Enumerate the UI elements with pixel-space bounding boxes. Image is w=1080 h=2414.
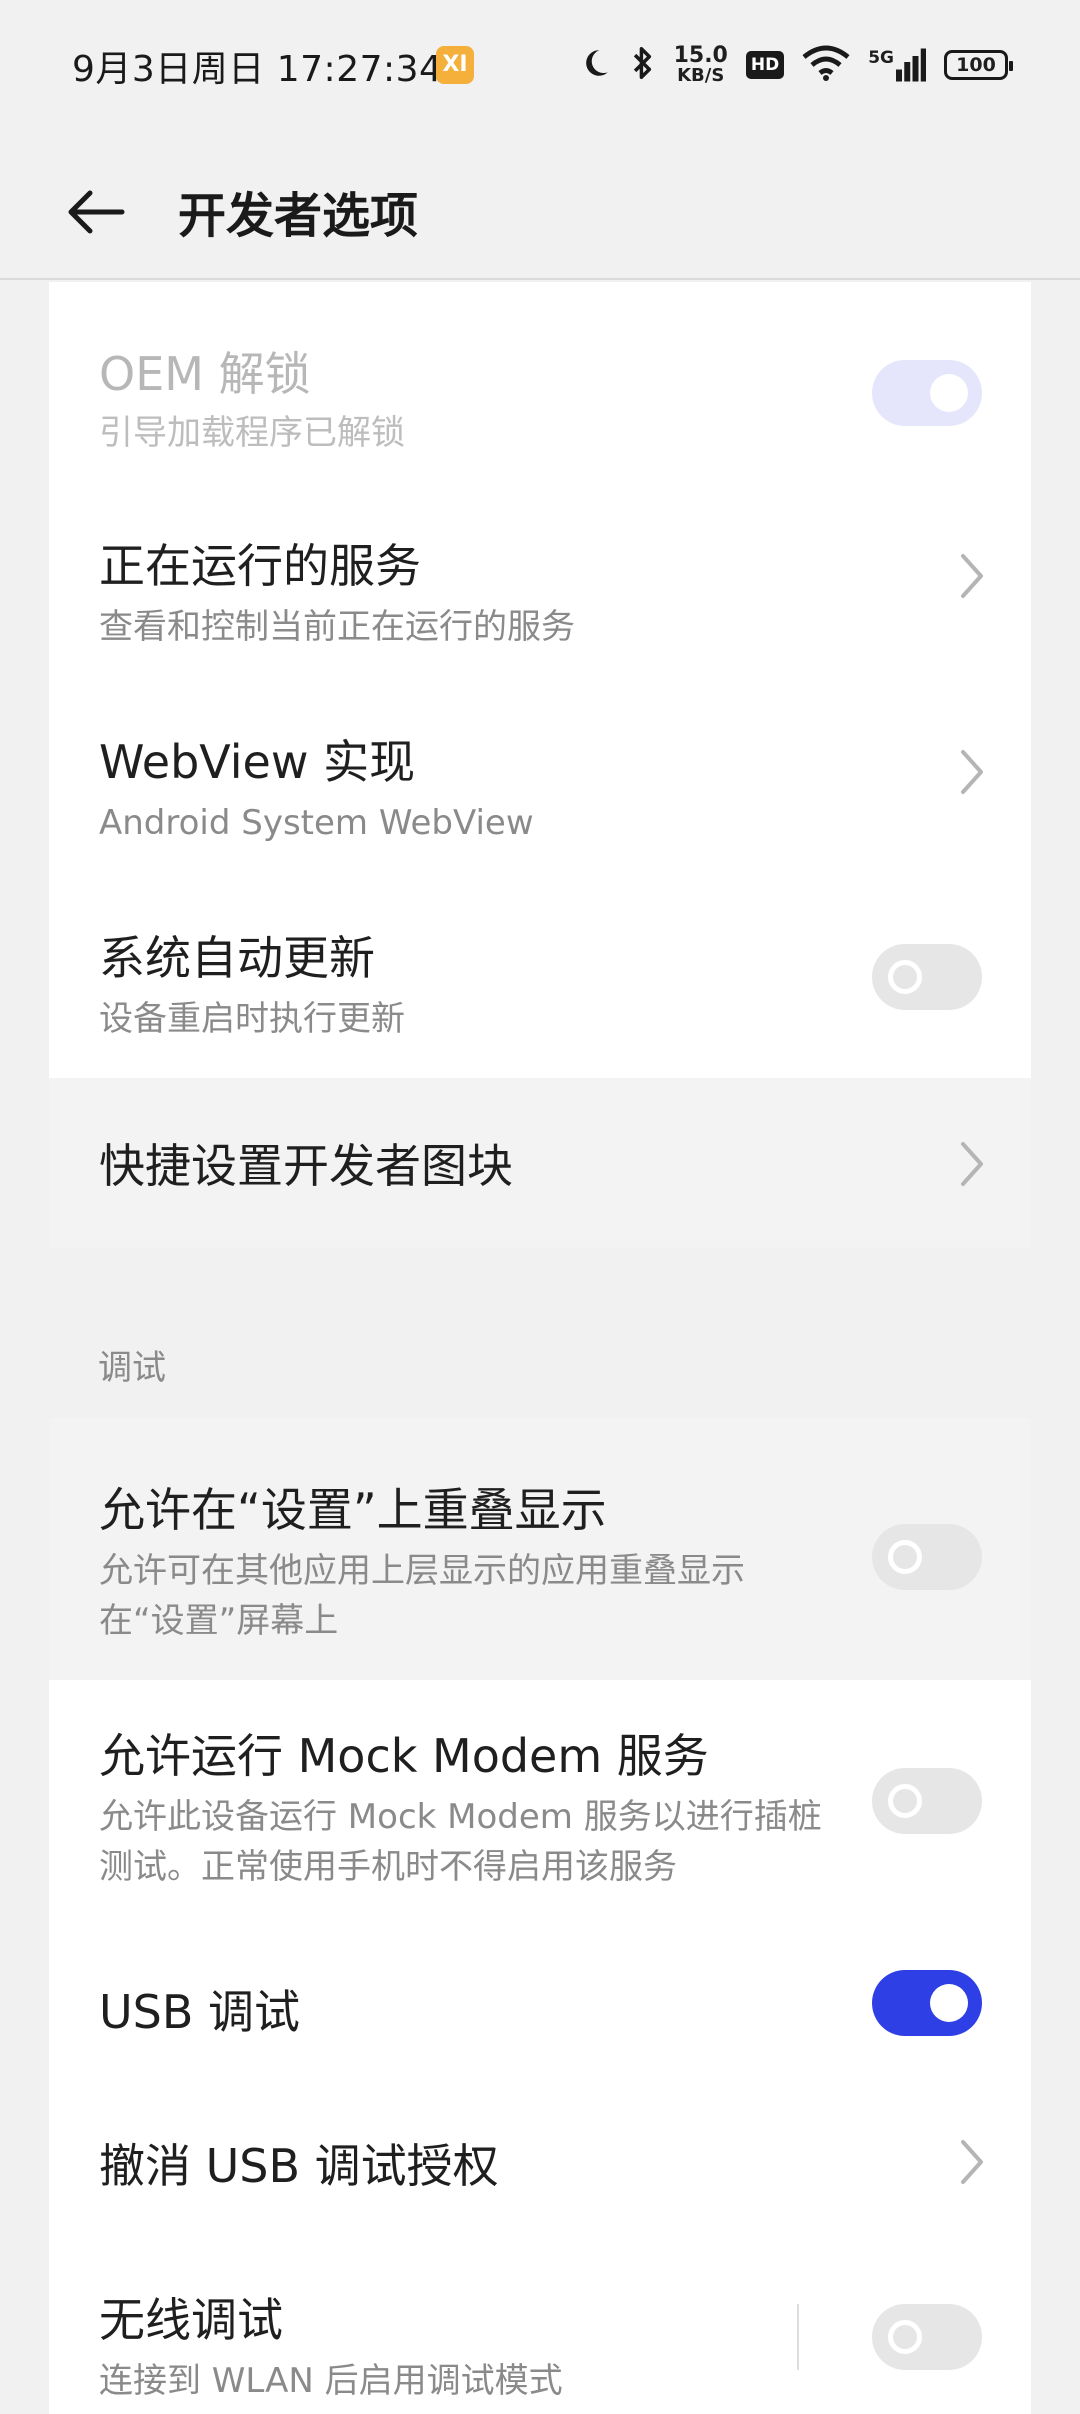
row-subtitle: 连接到 WLAN 后启用调试模式 (99, 2361, 563, 2401)
row-title: 撤消 USB 调试授权 (99, 2139, 499, 2193)
row-subtitle: 引导加载程序已解锁 (99, 413, 405, 453)
mock-modem-toggle[interactable] (872, 1768, 982, 1834)
hd-badge: HD (745, 51, 785, 79)
row-subtitle: 设备重启时执行更新 (99, 999, 405, 1039)
row-title: WebView 实现 (99, 735, 416, 789)
row-oem-unlock[interactable]: OEM 解锁 引导加载程序已解锁 (49, 282, 1031, 478)
row-quick-settings-tiles[interactable]: 快捷设置开发者图块 (49, 1078, 1031, 1248)
row-title: 正在运行的服务 (99, 539, 421, 593)
toggle-knob (888, 960, 922, 994)
status-bar: 9月3日周日 17:27:34 XI 15.0 KB/S HD 5G 100 (0, 0, 1080, 130)
row-title: 无线调试 (99, 2293, 283, 2347)
toggle-knob (930, 374, 968, 412)
toggle-knob (888, 2320, 922, 2354)
row-title: 快捷设置开发者图块 (99, 1139, 513, 1193)
row-auto-update[interactable]: 系统自动更新 设备重启时执行更新 (49, 870, 1031, 1078)
wireless-debugging-toggle[interactable] (872, 2304, 982, 2370)
battery-indicator: 100 (944, 50, 1013, 80)
bluetooth-icon (630, 44, 656, 86)
row-title: 允许在“设置”上重叠显示 (99, 1483, 607, 1537)
row-title: 系统自动更新 (99, 931, 375, 985)
row-title: USB 调试 (99, 1985, 301, 2039)
row-subtitle: 允许可在其他应用上层显示的应用重叠显示在“设置”屏幕上 (99, 1551, 745, 1641)
row-title: 允许运行 Mock Modem 服务 (99, 1729, 709, 1783)
net-speed: 15.0 KB/S (673, 43, 728, 86)
oem-unlock-toggle[interactable] (872, 360, 982, 426)
row-running-services[interactable]: 正在运行的服务 查看和控制当前正在运行的服务 (49, 478, 1031, 674)
row-wireless-debugging[interactable]: 无线调试 连接到 WLAN 后启用调试模式 (49, 2246, 1031, 2414)
row-subtitle: Android System WebView (99, 803, 534, 843)
status-icons: 15.0 KB/S HD 5G 100 (578, 38, 1013, 92)
page-title: 开发者选项 (178, 188, 419, 244)
arrow-left-icon (56, 190, 136, 256)
row-subtitle: 允许此设备运行 Mock Modem 服务以进行插桩测试。正常使用手机时不得启用… (99, 1797, 822, 1887)
row-title: OEM 解锁 (99, 347, 311, 401)
chevron-right-icon (951, 1134, 991, 1194)
row-webview[interactable]: WebView 实现 Android System WebView (49, 674, 1031, 870)
row-mock-modem[interactable]: 允许运行 Mock Modem 服务 允许此设备运行 Mock Modem 服务… (49, 1680, 1031, 1928)
signal-icon: 5G (868, 48, 926, 82)
row-allow-overlay[interactable]: 允许在“设置”上重叠显示 允许可在其他应用上层显示的应用重叠显示在“设置”屏幕上 (49, 1418, 1031, 1680)
toggle-knob (930, 1984, 968, 2022)
moon-icon (578, 46, 612, 84)
usb-debugging-toggle[interactable] (872, 1970, 982, 2036)
back-button[interactable] (56, 172, 136, 252)
app-notification-badge: XI (436, 46, 474, 84)
row-usb-debugging[interactable]: USB 调试 (49, 1928, 1031, 2078)
chevron-right-icon (951, 2132, 991, 2192)
chevron-right-icon (951, 742, 991, 802)
chevron-right-icon (951, 546, 991, 606)
toggle-knob (888, 1784, 922, 1818)
overlay-toggle[interactable] (872, 1524, 982, 1590)
row-revoke-usb-auth[interactable]: 撤消 USB 调试授权 (49, 2078, 1031, 2246)
status-time: 9月3日周日 17:27:34 (72, 49, 443, 90)
row-subtitle: 查看和控制当前正在运行的服务 (99, 607, 575, 647)
app-header: 开发者选项 (0, 130, 1080, 280)
auto-update-toggle[interactable] (872, 944, 982, 1010)
divider (797, 2304, 799, 2370)
wifi-icon (802, 44, 850, 86)
toggle-knob (888, 1540, 922, 1574)
section-header-debug: 调试 (98, 1348, 166, 1388)
